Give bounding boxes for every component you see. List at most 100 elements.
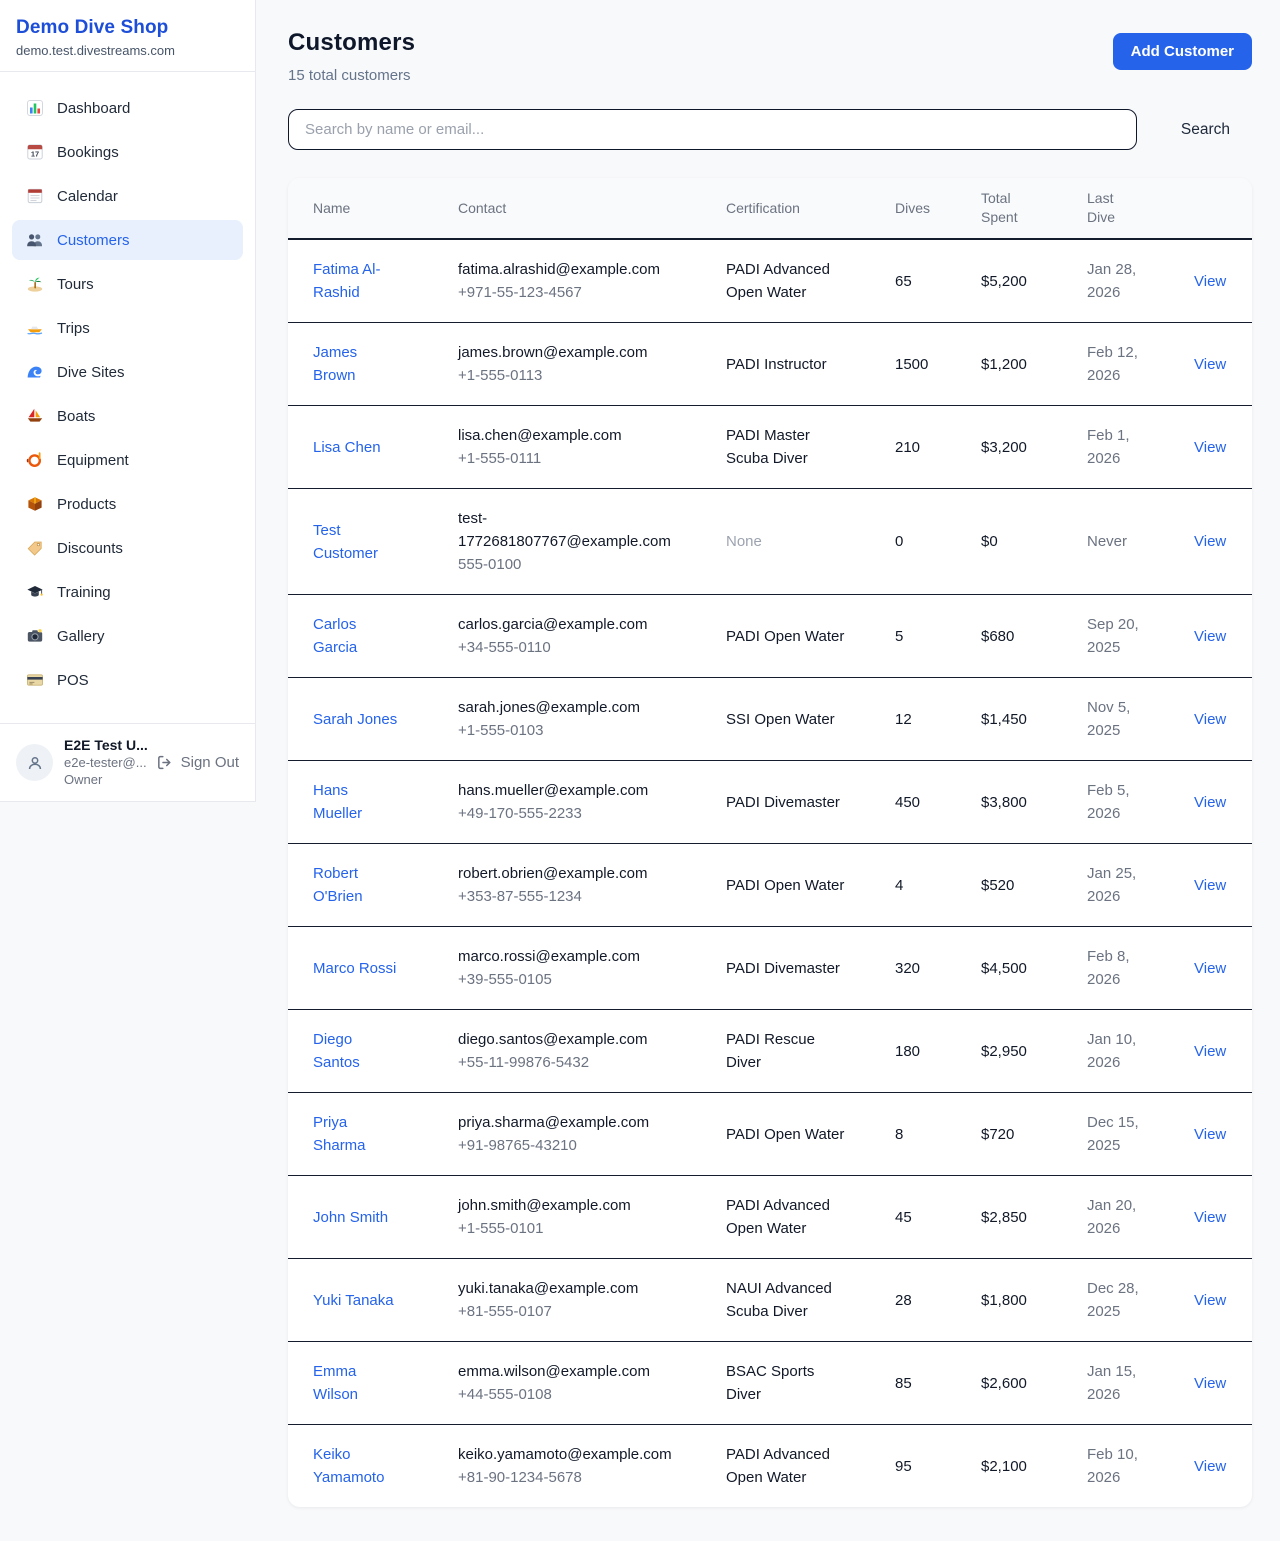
customer-total-spent: $3,200 xyxy=(956,406,1062,489)
sidebar-item-boats[interactable]: Boats xyxy=(12,396,243,436)
view-link[interactable]: View xyxy=(1194,1375,1226,1392)
sidebar-item-discounts[interactable]: Discounts xyxy=(12,528,243,568)
customer-name-link[interactable]: Priya Sharma xyxy=(313,1111,401,1157)
sidebar-item-trips[interactable]: Trips xyxy=(12,308,243,348)
view-link[interactable]: View xyxy=(1194,960,1226,977)
user-name: E2E Test U... xyxy=(64,737,144,754)
customer-name-link[interactable]: Robert O'Brien xyxy=(313,862,401,908)
customer-certification: None xyxy=(726,530,852,553)
sidebar-item-gallery[interactable]: Gallery xyxy=(12,616,243,656)
view-link[interactable]: View xyxy=(1194,533,1226,550)
sidebar-item-training[interactable]: Training xyxy=(12,572,243,612)
sign-out-label: Sign Out xyxy=(181,754,239,771)
customer-last-dive: Jan 15, 2026 xyxy=(1087,1360,1151,1406)
view-link[interactable]: View xyxy=(1194,1209,1226,1226)
customer-email: sarah.jones@example.com xyxy=(458,696,693,719)
column-header-last-dive: Last Dive xyxy=(1062,178,1169,239)
customer-certification: PADI Open Water xyxy=(726,625,852,648)
discounts-icon xyxy=(25,539,44,558)
table-row: Fatima Al-Rashid fatima.alrashid@example.… xyxy=(288,239,1252,323)
sidebar-item-dashboard[interactable]: Dashboard xyxy=(12,88,243,128)
customer-name-link[interactable]: Marco Rossi xyxy=(313,957,396,980)
search-button[interactable]: Search xyxy=(1163,113,1248,147)
view-link[interactable]: View xyxy=(1194,877,1226,894)
customer-name-link[interactable]: Test Customer xyxy=(313,519,401,565)
table-row: Keiko Yamamoto keiko.yamamoto@example.com… xyxy=(288,1425,1252,1508)
customer-last-dive: Feb 12, 2026 xyxy=(1087,341,1151,387)
customer-email: fatima.alrashid@example.com xyxy=(458,258,693,281)
view-link[interactable]: View xyxy=(1194,711,1226,728)
brand-domain: demo.test.divestreams.com xyxy=(16,43,239,58)
search-input[interactable] xyxy=(288,109,1137,150)
customer-total-spent: $1,200 xyxy=(956,323,1062,406)
sidebar-item-equipment[interactable]: Equipment xyxy=(12,440,243,480)
customer-last-dive: Feb 10, 2026 xyxy=(1087,1443,1151,1489)
view-link[interactable]: View xyxy=(1194,794,1226,811)
view-link[interactable]: View xyxy=(1194,628,1226,645)
customer-name-link[interactable]: Sarah Jones xyxy=(313,708,397,731)
user-info: E2E Test U... e2e-tester@... Owner xyxy=(64,737,144,788)
customer-certification: PADI Divemaster xyxy=(726,791,852,814)
page-header: Customers 15 total customers Add Custome… xyxy=(288,29,1252,84)
view-link[interactable]: View xyxy=(1194,1043,1226,1060)
customer-certification: PADI Divemaster xyxy=(726,957,852,980)
customer-phone: +971-55-123-4567 xyxy=(458,281,693,304)
sidebar-item-dive-sites[interactable]: Dive Sites xyxy=(12,352,243,392)
add-customer-button[interactable]: Add Customer xyxy=(1113,33,1252,70)
customer-email: priya.sharma@example.com xyxy=(458,1111,693,1134)
customer-certification: PADI Rescue Diver xyxy=(726,1028,852,1074)
sidebar-item-label: Trips xyxy=(57,320,90,337)
brand-name[interactable]: Demo Dive Shop xyxy=(16,17,239,39)
customer-email: keiko.yamamoto@example.com xyxy=(458,1443,693,1466)
customer-name-link[interactable]: Carlos Garcia xyxy=(313,613,401,659)
customers-icon xyxy=(25,231,44,250)
customer-name-link[interactable]: Fatima Al-Rashid xyxy=(313,258,401,304)
customer-name-link[interactable]: Lisa Chen xyxy=(313,436,381,459)
customer-name-link[interactable]: Emma Wilson xyxy=(313,1360,401,1406)
sidebar-item-calendar[interactable]: Calendar xyxy=(12,176,243,216)
customer-last-dive: Jan 28, 2026 xyxy=(1087,258,1151,304)
sidebar-item-products[interactable]: Products xyxy=(12,484,243,524)
sidebar-item-label: Dashboard xyxy=(57,100,130,117)
view-link[interactable]: View xyxy=(1194,439,1226,456)
customer-name-link[interactable]: John Smith xyxy=(313,1206,388,1229)
customer-dives: 95 xyxy=(870,1425,956,1508)
customer-phone: +39-555-0105 xyxy=(458,968,693,991)
customer-name-link[interactable]: Diego Santos xyxy=(313,1028,401,1074)
customer-name-link[interactable]: Hans Mueller xyxy=(313,779,401,825)
view-link[interactable]: View xyxy=(1194,273,1226,290)
customer-certification: PADI Master Scuba Diver xyxy=(726,424,852,470)
customer-dives: 210 xyxy=(870,406,956,489)
sidebar-item-customers[interactable]: Customers xyxy=(12,220,243,260)
table-row: James Brownjames.brown@example.com+1-555… xyxy=(288,323,1252,406)
view-link[interactable]: View xyxy=(1194,1126,1226,1143)
avatar xyxy=(16,744,53,781)
sign-out-button[interactable]: Sign Out xyxy=(155,753,239,772)
customer-name-link[interactable]: Yuki Tanaka xyxy=(313,1289,394,1312)
customer-name-link[interactable]: James Brown xyxy=(313,341,401,387)
customer-total-spent: $2,950 xyxy=(956,1010,1062,1093)
customer-phone: 555-0100 xyxy=(458,553,693,576)
customer-dives: 85 xyxy=(870,1342,956,1425)
customer-dives: 28 xyxy=(870,1259,956,1342)
column-header-contact: Contact xyxy=(433,178,701,239)
customer-last-dive: Dec 15, 2025 xyxy=(1087,1111,1151,1157)
sidebar-item-bookings[interactable]: 17Bookings xyxy=(12,132,243,172)
view-link[interactable]: View xyxy=(1194,1458,1226,1475)
user-section: E2E Test U... e2e-tester@... Owner Sign … xyxy=(0,723,255,801)
dive-sites-icon xyxy=(25,363,44,382)
customer-certification: NAUI Advanced Scuba Diver xyxy=(726,1277,852,1323)
sidebar-item-pos[interactable]: POS xyxy=(12,660,243,700)
sidebar-nav: Dashboard 17BookingsCalendarCustomersTour… xyxy=(0,72,255,723)
customer-name-link[interactable]: Keiko Yamamoto xyxy=(313,1443,401,1489)
view-link[interactable]: View xyxy=(1194,1292,1226,1309)
customer-certification: PADI Advanced Open Water xyxy=(726,1194,852,1240)
view-link[interactable]: View xyxy=(1194,356,1226,373)
customer-dives: 8 xyxy=(870,1093,956,1176)
customer-total-spent: $680 xyxy=(956,595,1062,678)
sidebar-item-tours[interactable]: Tours xyxy=(12,264,243,304)
table-row: Sarah Jonessarah.jones@example.com+1-555… xyxy=(288,678,1252,761)
customer-last-dive: Jan 20, 2026 xyxy=(1087,1194,1151,1240)
customer-total-spent: $2,600 xyxy=(956,1342,1062,1425)
customer-total-spent: $3,800 xyxy=(956,761,1062,844)
